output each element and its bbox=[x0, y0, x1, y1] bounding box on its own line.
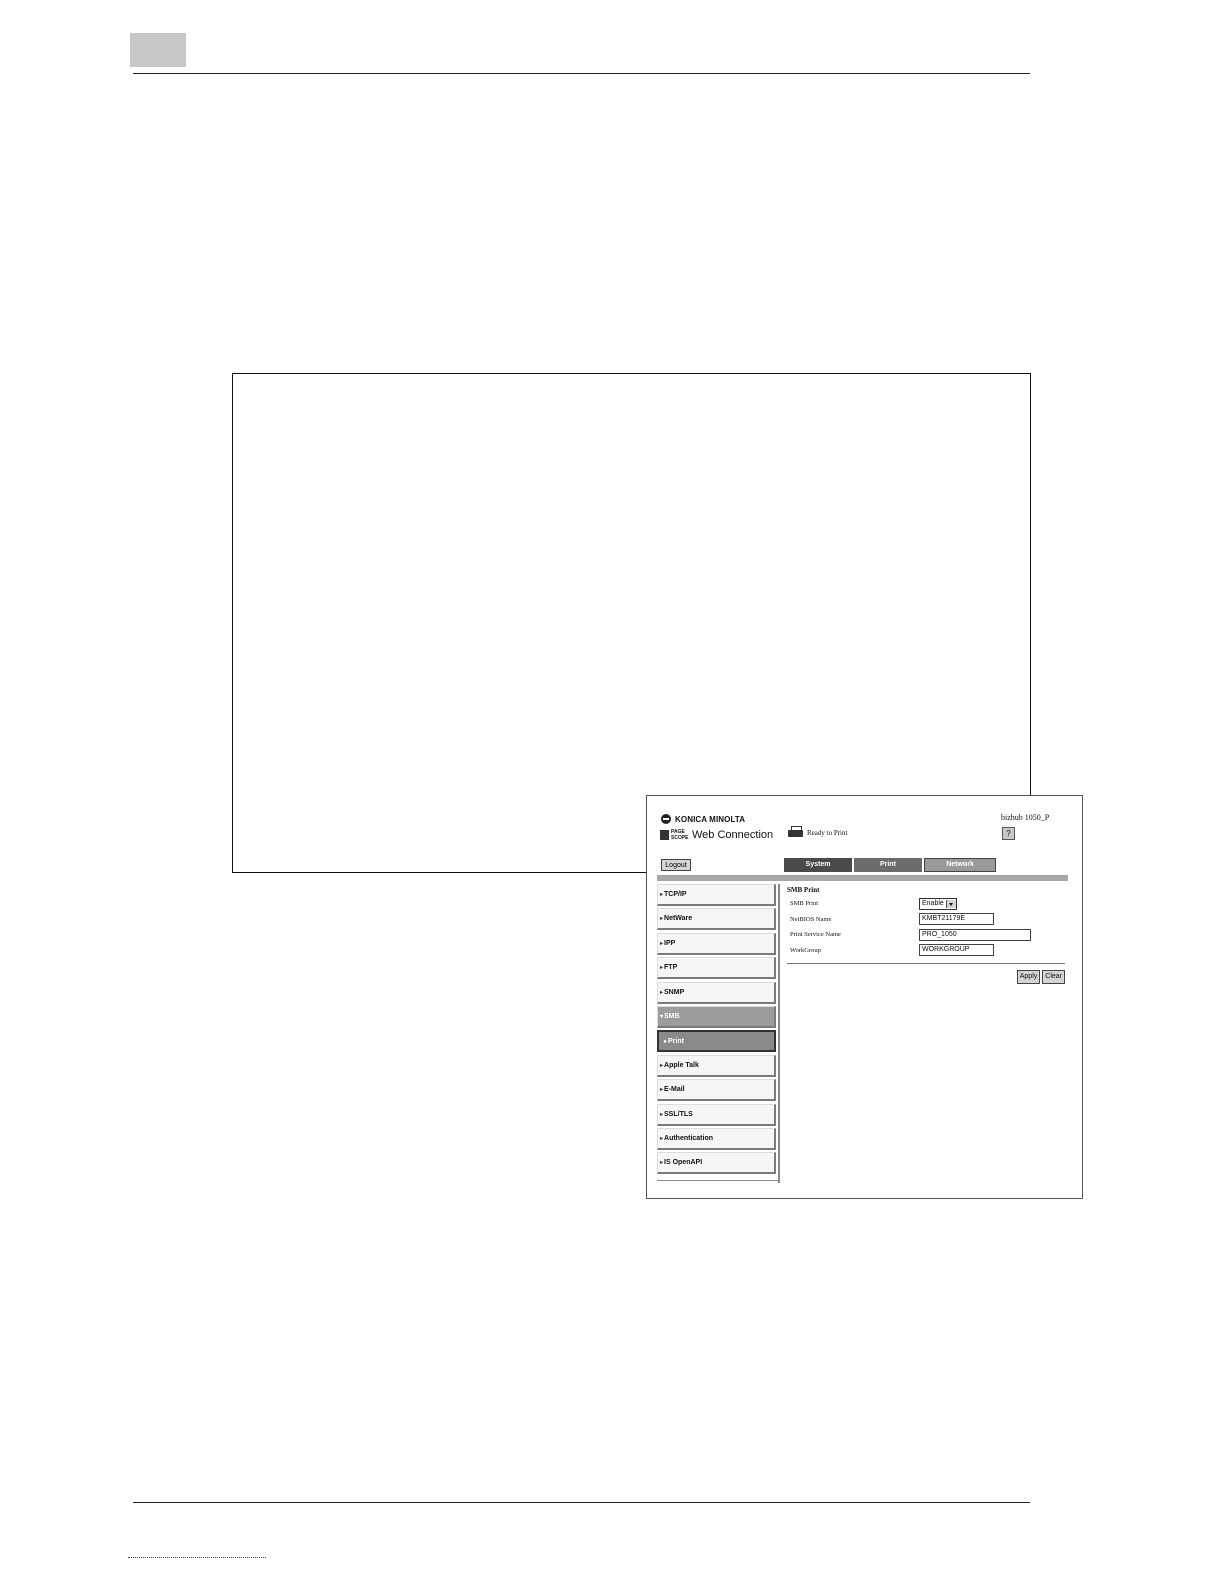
company-name: KONICA MINOLTA bbox=[675, 814, 746, 824]
tab-system[interactable]: System bbox=[784, 858, 852, 872]
sidebar-item-smb[interactable]: ▾SMB bbox=[657, 1005, 776, 1028]
chapter-tab bbox=[130, 33, 186, 67]
workgroup-field[interactable]: WORKGROUP bbox=[919, 944, 994, 957]
sidebar-item-email[interactable]: ▸E-Mail bbox=[657, 1079, 776, 1102]
form-row-smb-print: SMB Print Enable bbox=[787, 896, 1067, 912]
sidebar-separator bbox=[778, 884, 780, 1183]
header-divider bbox=[657, 875, 1068, 881]
smb-print-label: SMB Print bbox=[790, 900, 818, 908]
device-name: bizhub 1050_P bbox=[1001, 813, 1050, 822]
main-tabs: System Print Network bbox=[784, 858, 996, 872]
footer-link[interactable] bbox=[128, 1556, 266, 1558]
printer-icon bbox=[787, 826, 804, 839]
konica-minolta-globe-icon bbox=[661, 814, 671, 824]
tab-print[interactable]: Print bbox=[854, 858, 922, 872]
web-connection-logo: PAGE SCOPE Web Connection bbox=[660, 829, 773, 841]
sidebar-item-ssl-tls[interactable]: ▸SSL/TLS bbox=[657, 1103, 776, 1126]
panel-title: SMB Print bbox=[787, 886, 820, 894]
form-actions: Apply Clear bbox=[787, 970, 1065, 984]
sidebar-item-ipp[interactable]: ▸IPP bbox=[657, 932, 776, 955]
header-rule bbox=[133, 73, 1030, 74]
arrow-down-icon: ▾ bbox=[660, 1013, 664, 1020]
pagescope-logo-icon: PAGE SCOPE bbox=[660, 829, 689, 841]
apply-button[interactable]: Apply bbox=[1016, 970, 1041, 984]
sidebar-item-netware[interactable]: ▸NetWare bbox=[657, 908, 776, 931]
web-connection-screenshot: KONICA MINOLTA PAGE SCOPE Web Connection … bbox=[646, 795, 1083, 1199]
sidebar-item-is-openapi[interactable]: ▸IS OpenAPI bbox=[657, 1152, 776, 1175]
clear-button[interactable]: Clear bbox=[1042, 970, 1065, 984]
arrow-right-icon: ▸ bbox=[660, 1111, 664, 1118]
arrow-right-icon: ▸ bbox=[660, 1062, 664, 1069]
sidebar-subitem-print[interactable]: ▸Print bbox=[657, 1030, 776, 1053]
form-row-workgroup: WorkGroup WORKGROUP bbox=[787, 943, 1067, 959]
print-service-name-label: Print Service Name bbox=[790, 931, 841, 939]
form-row-print-service: Print Service Name PRO_1050 bbox=[787, 927, 1067, 943]
arrow-right-icon: ▸ bbox=[660, 1087, 664, 1094]
workgroup-label: WorkGroup bbox=[790, 946, 821, 954]
form-divider bbox=[787, 963, 1065, 964]
arrow-right-icon: ▸ bbox=[660, 916, 664, 923]
netbios-name-label: NetBIOS Name bbox=[790, 915, 832, 923]
print-service-name-field[interactable]: PRO_1050 bbox=[919, 928, 1031, 941]
smb-print-select-value: Enable bbox=[922, 900, 944, 908]
arrow-right-icon: ▸ bbox=[664, 1039, 668, 1046]
sidebar-menu: ▸TCP/IP ▸NetWare ▸IPP ▸FTP ▸SNMP ▾SMB ▸P… bbox=[657, 884, 776, 1177]
smb-print-select[interactable]: Enable bbox=[919, 897, 957, 910]
arrow-right-icon: ▸ bbox=[660, 1135, 664, 1142]
sidebar-item-ftp[interactable]: ▸FTP bbox=[657, 957, 776, 980]
arrow-right-icon: ▸ bbox=[660, 989, 664, 996]
smb-print-panel: SMB Print SMB Print Enable NetBIOS Name … bbox=[787, 886, 1067, 984]
arrow-right-icon: ▸ bbox=[660, 1160, 664, 1167]
sidebar-item-tcpip[interactable]: ▸TCP/IP bbox=[657, 884, 776, 906]
sidebar-item-authentication[interactable]: ▸Authentication bbox=[657, 1127, 776, 1150]
figure-frame: KONICA MINOLTA PAGE SCOPE Web Connection … bbox=[232, 373, 1083, 1199]
form-row-netbios: NetBIOS Name KMBT21179E bbox=[787, 912, 1067, 928]
tab-network[interactable]: Network bbox=[924, 858, 996, 872]
status-text: Ready to Print bbox=[807, 828, 848, 837]
arrow-right-icon: ▸ bbox=[660, 940, 664, 947]
footer-rule bbox=[133, 1502, 1030, 1503]
chevron-down-icon[interactable] bbox=[945, 899, 956, 908]
sidebar-item-apple-talk[interactable]: ▸Apple Talk bbox=[657, 1054, 776, 1077]
device-status: Ready to Print bbox=[787, 826, 847, 839]
sidebar-bottom-rule bbox=[657, 1180, 778, 1181]
product-name: Web Connection bbox=[692, 829, 774, 841]
arrow-right-icon: ▸ bbox=[660, 892, 664, 898]
arrow-right-icon: ▸ bbox=[660, 965, 664, 972]
logout-button[interactable]: Logout bbox=[661, 859, 691, 871]
konica-minolta-logo: KONICA MINOLTA bbox=[661, 814, 745, 824]
sidebar-item-snmp[interactable]: ▸SNMP bbox=[657, 981, 776, 1004]
help-button[interactable]: ? bbox=[1002, 827, 1015, 840]
netbios-name-field[interactable]: KMBT21179E bbox=[919, 913, 994, 926]
